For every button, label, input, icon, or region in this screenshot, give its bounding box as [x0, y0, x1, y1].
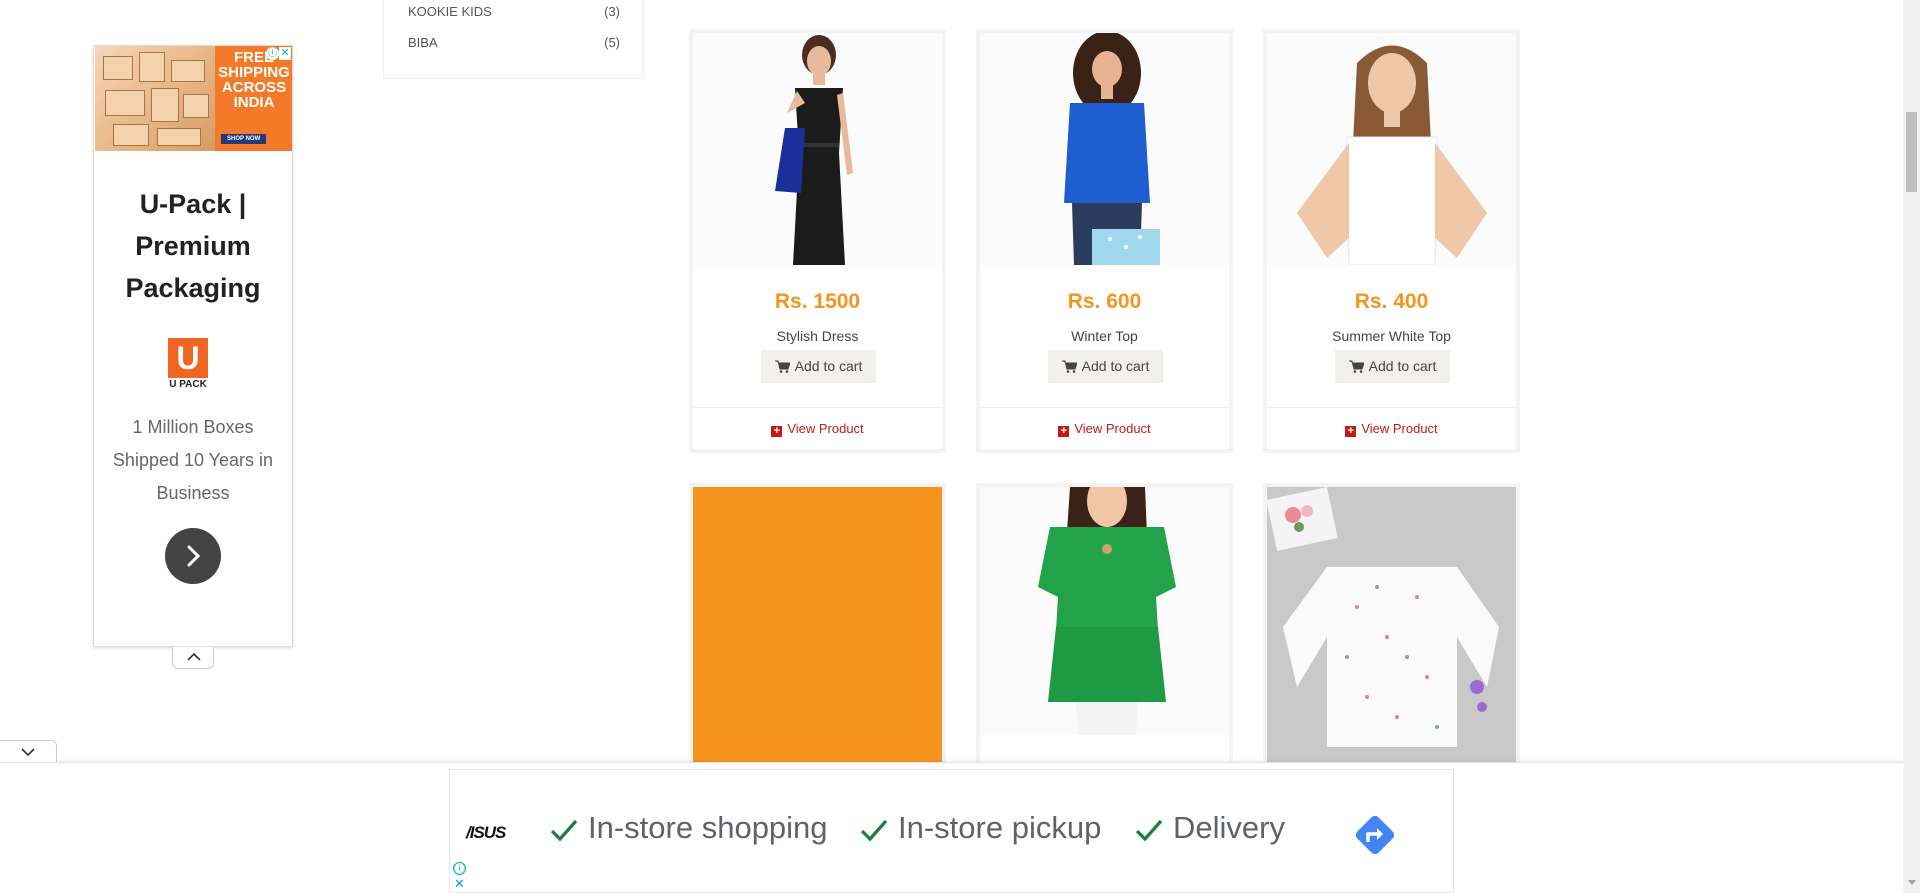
product-name[interactable]: Stylish Dress [693, 328, 942, 344]
category-filter: KOOKIE KIDS (3) BIBA (5) [383, 0, 644, 79]
add-to-cart-label: Add to cart [1081, 358, 1150, 374]
plus-square-icon: + [1345, 426, 1357, 437]
card-divider [980, 407, 1229, 408]
view-product-link[interactable]: + View Product [693, 421, 942, 437]
scrollbar-thumb[interactable] [1906, 112, 1917, 192]
add-to-cart-label: Add to cart [1368, 358, 1437, 374]
chevron-right-icon [187, 545, 201, 567]
asus-logo: /ISUS [466, 823, 506, 842]
logo-text: U PACK [169, 379, 207, 390]
plus-square-icon: + [1058, 426, 1070, 437]
side-ad[interactable]: FREE SHIPPING ACROSS INDIA SHOP NOW ⓘ ✕ … [93, 45, 293, 647]
cart-icon [1348, 360, 1365, 373]
filter-item-label: KOOKIE KIDS [408, 4, 492, 19]
add-to-cart-button[interactable]: Add to cart [1335, 350, 1450, 383]
page: { "filter": { "items": [ {"label": "KOOK… [0, 0, 1920, 893]
product-name[interactable]: Winter Top [980, 328, 1229, 344]
add-to-cart-button[interactable]: Add to cart [761, 350, 876, 383]
view-product-label: View Product [1361, 421, 1438, 436]
add-to-cart-label: Add to cart [794, 358, 863, 374]
filter-item-count: (3) [604, 4, 620, 19]
view-product-label: View Product [1074, 421, 1151, 436]
kids-white-top-figure [1267, 487, 1516, 779]
card-divider [1267, 407, 1516, 408]
directions-icon[interactable] [1350, 810, 1400, 860]
product-card: Rs. 1500 Stylish Dress Add to cart + View… [689, 29, 946, 453]
upack-logo: U U PACK [166, 338, 216, 393]
ad-collapse-tab[interactable] [172, 647, 214, 669]
banner-shop-button[interactable]: SHOP NOW [221, 134, 267, 144]
bottom-ad[interactable]: /ISUS In-store shopping In-store pickup … [449, 769, 1454, 893]
product-image[interactable] [1267, 33, 1516, 265]
vertical-scrollbar[interactable] [1903, 0, 1920, 893]
product-image[interactable] [980, 33, 1229, 265]
product-card [689, 483, 946, 783]
feature-in-store-shopping: In-store shopping [550, 810, 828, 846]
product-price: Rs. 1500 [774, 290, 861, 313]
product-image-placeholder[interactable] [693, 487, 942, 779]
woman-white-top-figure [1267, 33, 1516, 265]
product-card [1263, 483, 1520, 783]
feature-label: Delivery [1173, 810, 1285, 845]
ad-banner[interactable]: FREE SHIPPING ACROSS INDIA SHOP NOW ⓘ ✕ [95, 46, 292, 151]
woman-blue-top-figure [980, 33, 1229, 265]
check-icon [1135, 819, 1163, 842]
woman-black-dress-figure [693, 33, 942, 265]
feature-label: In-store shopping [588, 810, 828, 845]
ad-description: 1 Million Boxes Shipped 10 Years in Busi… [112, 417, 274, 503]
cart-icon [1061, 360, 1078, 373]
plus-square-icon: + [771, 426, 783, 437]
filter-item-kookie-kids[interactable]: KOOKIE KIDS (3) [408, 4, 620, 19]
product-image[interactable] [980, 487, 1229, 735]
card-divider [693, 407, 942, 408]
feature-label: In-store pickup [898, 810, 1102, 845]
ad-info-icon[interactable]: ⓘ [453, 862, 466, 875]
view-product-label: View Product [787, 421, 864, 436]
filter-item-count: (5) [604, 35, 620, 50]
ad-close-icon[interactable]: ✕ [279, 47, 291, 60]
product-name[interactable]: Summer White Top [1267, 328, 1516, 344]
view-product-link[interactable]: + View Product [1267, 421, 1516, 437]
product-card: Rs. 400 Summer White Top Add to cart + Vi… [1263, 29, 1520, 453]
product-card [976, 483, 1233, 783]
feature-in-store-pickup: In-store pickup [860, 810, 1101, 846]
check-icon [550, 819, 578, 842]
cart-icon [774, 360, 791, 373]
scroll-down-arrow-icon[interactable] [1908, 880, 1916, 885]
chevron-up-icon [187, 652, 201, 661]
product-price: Rs. 400 [1354, 290, 1429, 313]
product-card: Rs. 600 Winter Top Add to cart + View Pro… [976, 29, 1233, 453]
feature-delivery: Delivery [1135, 810, 1285, 846]
ad-close-icon[interactable]: ✕ [453, 877, 466, 890]
product-image[interactable] [1267, 487, 1516, 779]
check-icon [860, 819, 888, 842]
ad-next-button[interactable] [165, 528, 221, 584]
view-product-link[interactable]: + View Product [980, 421, 1229, 437]
filter-item-biba[interactable]: BIBA (5) [408, 35, 620, 50]
ad-info-icon[interactable]: ⓘ [266, 47, 279, 60]
packaging-boxes-image [95, 46, 215, 151]
bottom-ad-collapse-tab[interactable] [0, 740, 57, 762]
filter-item-label: BIBA [408, 35, 438, 50]
product-price: Rs. 600 [1067, 290, 1142, 313]
ad-headline[interactable]: U-Pack | Premium Packaging [94, 183, 292, 309]
product-image[interactable] [693, 33, 942, 265]
woman-green-top-figure [980, 487, 1229, 735]
chevron-down-icon [21, 748, 35, 757]
add-to-cart-button[interactable]: Add to cart [1048, 350, 1163, 383]
